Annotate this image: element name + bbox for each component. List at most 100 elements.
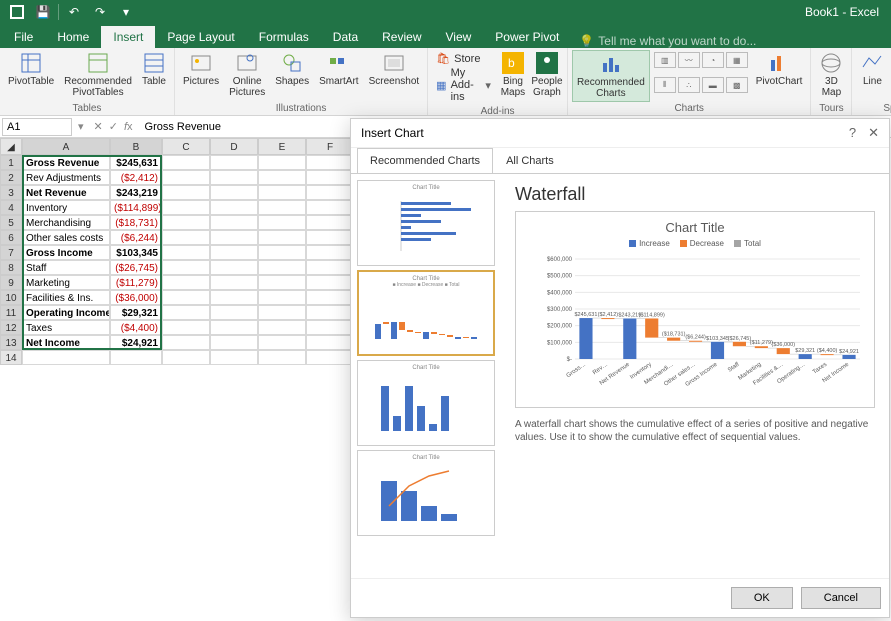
row-header-6[interactable]: 6 xyxy=(0,230,22,245)
cell-empty[interactable] xyxy=(210,260,258,275)
cell-a2[interactable]: Rev Adjustments xyxy=(22,170,110,185)
cell-empty[interactable] xyxy=(162,260,210,275)
cell-empty[interactable] xyxy=(162,305,210,320)
3d-map-button[interactable]: 3D Map xyxy=(815,50,847,102)
fx-icon[interactable]: fx xyxy=(124,121,133,133)
pivotchart-button[interactable]: PivotChart xyxy=(752,50,807,102)
cell-b14[interactable] xyxy=(110,350,162,365)
col-header-f[interactable]: F xyxy=(306,138,354,155)
row-header-3[interactable]: 3 xyxy=(0,185,22,200)
cell-empty[interactable] xyxy=(162,230,210,245)
select-all-corner[interactable]: ◢ xyxy=(0,138,22,155)
cell-empty[interactable] xyxy=(306,320,354,335)
cell-empty[interactable] xyxy=(210,230,258,245)
cell-b2[interactable]: ($2,412) xyxy=(110,170,162,185)
dialog-tab-recommended[interactable]: Recommended Charts xyxy=(357,148,493,174)
cell-empty[interactable] xyxy=(258,215,306,230)
cell-empty[interactable] xyxy=(210,350,258,365)
chart-scatter-icon[interactable]: ∴ xyxy=(678,77,700,93)
close-icon[interactable]: ✕ xyxy=(868,125,879,141)
cell-a10[interactable]: Facilities & Ins. xyxy=(22,290,110,305)
row-header-1[interactable]: 1 xyxy=(0,155,22,170)
cell-empty[interactable] xyxy=(306,245,354,260)
row-header-5[interactable]: 5 xyxy=(0,215,22,230)
cell-empty[interactable] xyxy=(258,350,306,365)
cell-empty[interactable] xyxy=(306,185,354,200)
cell-empty[interactable] xyxy=(306,215,354,230)
cell-empty[interactable] xyxy=(258,155,306,170)
sparkline-line-button[interactable]: Line xyxy=(856,50,888,102)
cell-empty[interactable] xyxy=(258,245,306,260)
cell-a3[interactable]: Net Revenue xyxy=(22,185,110,200)
cell-empty[interactable] xyxy=(210,320,258,335)
col-header-a[interactable]: A xyxy=(22,138,110,155)
help-icon[interactable]: ? xyxy=(849,125,856,141)
thumb-clustered-column[interactable]: Chart Title xyxy=(357,360,495,446)
col-header-c[interactable]: C xyxy=(162,138,210,155)
chart-hier-icon[interactable]: ▦ xyxy=(726,52,748,68)
cell-empty[interactable] xyxy=(210,245,258,260)
tab-formulas[interactable]: Formulas xyxy=(247,26,321,48)
chart-pie-icon[interactable]: ◔ xyxy=(702,52,724,68)
cell-empty[interactable] xyxy=(306,350,354,365)
thumb-bar-horizontal[interactable]: Chart Title xyxy=(357,180,495,266)
row-header-8[interactable]: 8 xyxy=(0,260,22,275)
row-header-9[interactable]: 9 xyxy=(0,275,22,290)
cancel-button[interactable]: Cancel xyxy=(801,587,881,609)
row-header-10[interactable]: 10 xyxy=(0,290,22,305)
cancel-formula-icon[interactable]: ✕ xyxy=(94,120,103,133)
cell-a11[interactable]: Operating Income xyxy=(22,305,110,320)
cell-empty[interactable] xyxy=(258,185,306,200)
name-box-dropdown[interactable]: ▾ xyxy=(74,120,88,133)
cell-empty[interactable] xyxy=(258,170,306,185)
row-header-11[interactable]: 11 xyxy=(0,305,22,320)
cell-b4[interactable]: ($114,899) xyxy=(110,200,162,215)
cell-b11[interactable]: $29,321 xyxy=(110,305,162,320)
ok-button[interactable]: OK xyxy=(731,587,793,609)
tab-view[interactable]: View xyxy=(434,26,484,48)
cell-b7[interactable]: $103,345 xyxy=(110,245,162,260)
thumb-pareto[interactable]: Chart Title xyxy=(357,450,495,536)
pivottable-button[interactable]: PivotTable xyxy=(4,50,58,102)
cell-empty[interactable] xyxy=(306,335,354,350)
dialog-tab-all[interactable]: All Charts xyxy=(493,148,567,174)
cell-empty[interactable] xyxy=(162,245,210,260)
chart-column-icon[interactable]: ▥ xyxy=(654,52,676,68)
cell-empty[interactable] xyxy=(210,275,258,290)
tab-data[interactable]: Data xyxy=(321,26,370,48)
undo-button[interactable]: ↶ xyxy=(63,2,85,22)
cell-a8[interactable]: Staff xyxy=(22,260,110,275)
cell-empty[interactable] xyxy=(210,200,258,215)
cell-empty[interactable] xyxy=(210,215,258,230)
cell-empty[interactable] xyxy=(162,320,210,335)
cell-empty[interactable] xyxy=(306,155,354,170)
cell-empty[interactable] xyxy=(258,260,306,275)
cell-a14[interactable] xyxy=(22,350,110,365)
chart-waterfall-icon[interactable]: ▬ xyxy=(702,77,724,93)
col-header-d[interactable]: D xyxy=(210,138,258,155)
cell-b8[interactable]: ($26,745) xyxy=(110,260,162,275)
tab-review[interactable]: Review xyxy=(370,26,433,48)
col-header-b[interactable]: B xyxy=(110,138,162,155)
cell-b1[interactable]: $245,631 xyxy=(110,155,162,170)
tab-home[interactable]: Home xyxy=(45,26,101,48)
cell-b10[interactable]: ($36,000) xyxy=(110,290,162,305)
tell-me-search[interactable]: 💡 Tell me what you want to do... xyxy=(579,34,756,48)
tab-page-layout[interactable]: Page Layout xyxy=(155,26,246,48)
people-graph-button[interactable]: People Graph xyxy=(531,50,563,105)
cell-empty[interactable] xyxy=(162,170,210,185)
cell-empty[interactable] xyxy=(258,275,306,290)
cell-empty[interactable] xyxy=(210,185,258,200)
row-header-13[interactable]: 13 xyxy=(0,335,22,350)
cell-empty[interactable] xyxy=(162,290,210,305)
recommended-pivottables-button[interactable]: Recommended PivotTables xyxy=(60,50,136,102)
cell-b13[interactable]: $24,921 xyxy=(110,335,162,350)
cell-a4[interactable]: Inventory xyxy=(22,200,110,215)
cell-empty[interactable] xyxy=(258,230,306,245)
cell-empty[interactable] xyxy=(306,260,354,275)
recommended-charts-button[interactable]: Recommended Charts xyxy=(572,50,650,102)
cell-empty[interactable] xyxy=(162,275,210,290)
cell-b5[interactable]: ($18,731) xyxy=(110,215,162,230)
cell-a12[interactable]: Taxes xyxy=(22,320,110,335)
cell-empty[interactable] xyxy=(210,290,258,305)
